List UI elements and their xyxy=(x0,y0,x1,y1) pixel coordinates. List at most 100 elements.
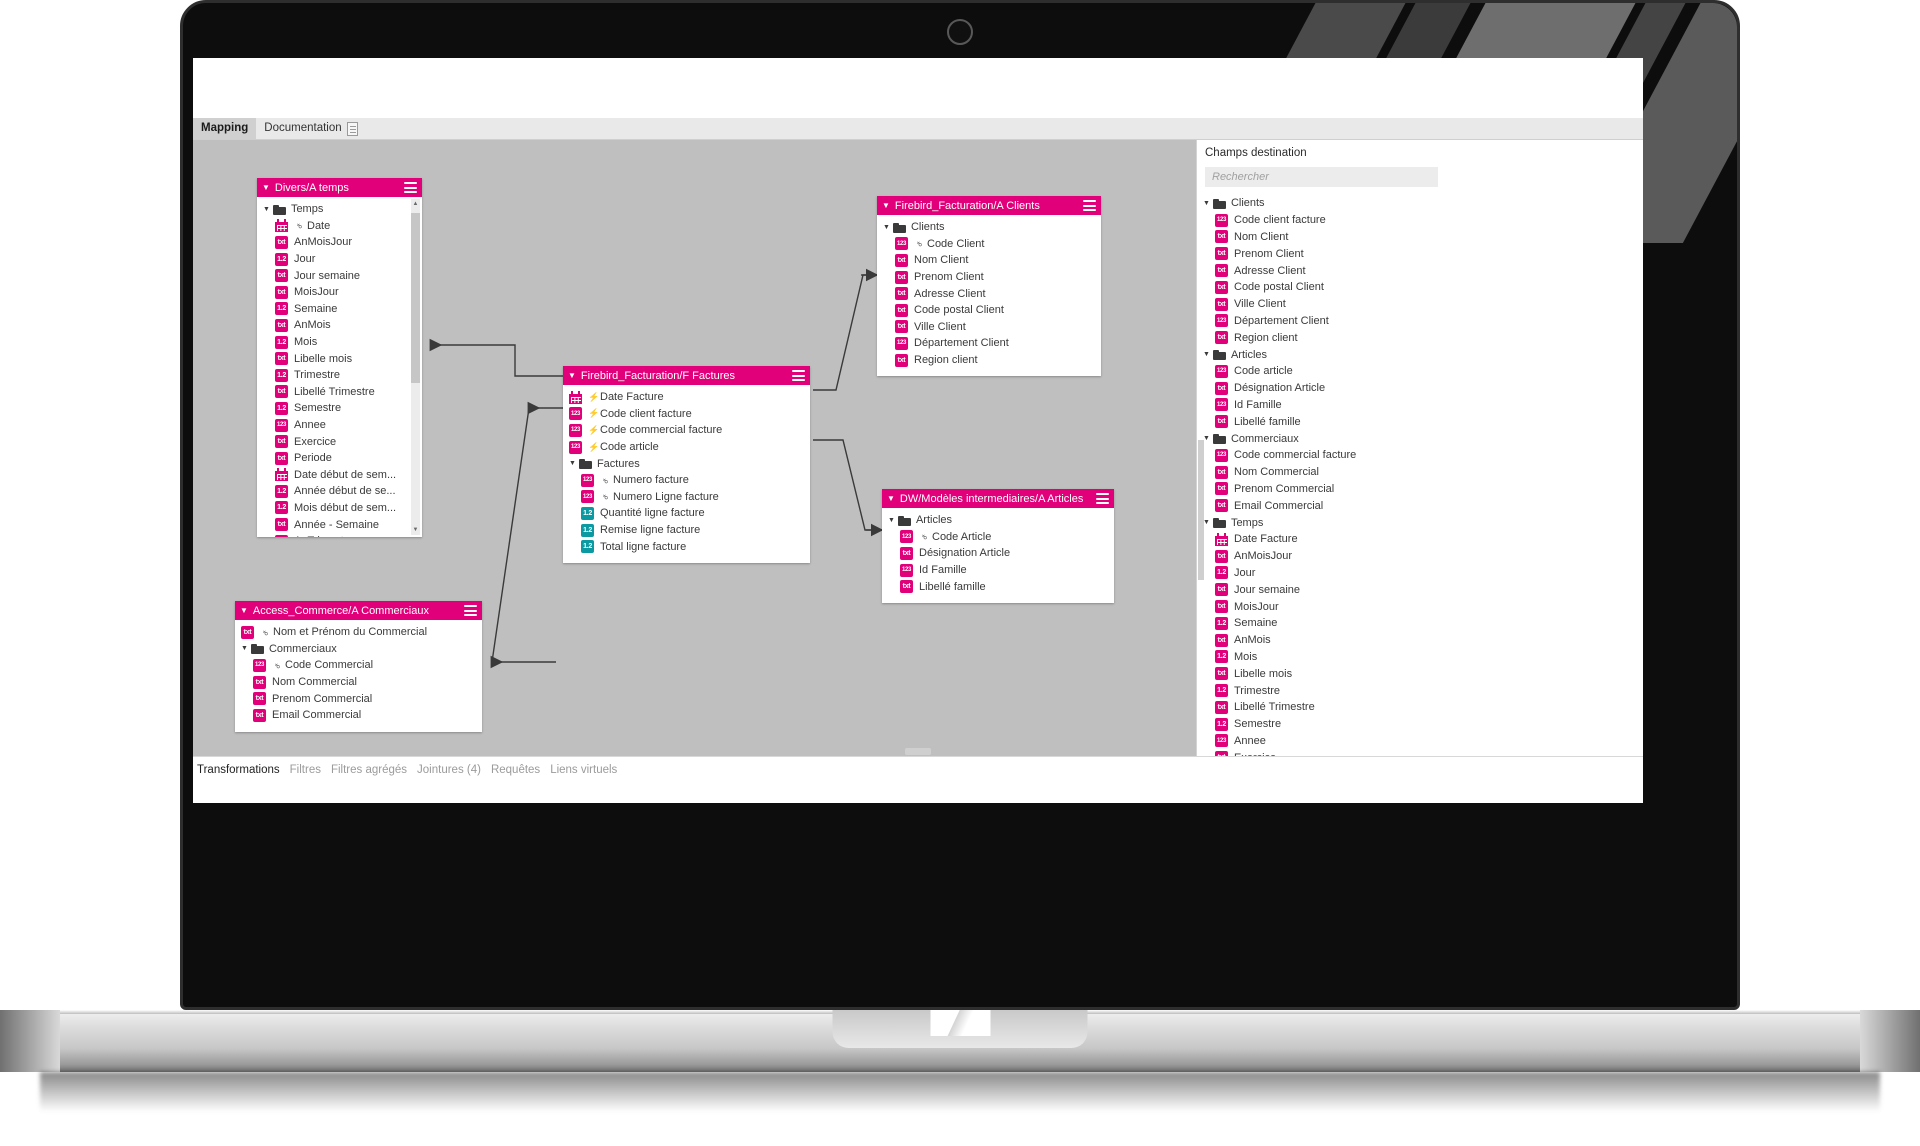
tree-field-row[interactable]: 123 Id Famille xyxy=(882,562,1114,579)
tree-field-row[interactable]: txt MoisJour xyxy=(257,284,422,301)
chevron-down-icon[interactable]: ▼ xyxy=(1203,200,1210,207)
tree-field-row[interactable]: txt Jour semaine xyxy=(1197,581,1446,598)
tree-field-row[interactable]: 1.2 Trimestre xyxy=(257,367,422,384)
tree-field-row[interactable]: txt Exercice xyxy=(257,433,422,450)
tree-field-row[interactable]: 1.2 Jour xyxy=(1197,565,1446,582)
tree-folder-row[interactable]: ▼ Clients xyxy=(877,219,1101,236)
chevron-down-icon[interactable]: ▼ xyxy=(887,494,895,503)
tree-field-row[interactable]: txt Nom Client xyxy=(1197,229,1446,246)
tree-field-row[interactable]: ⚡ Date Facture xyxy=(563,389,810,406)
mapping-canvas[interactable]: ▼ Divers/A temps ▼ Temps ♀ Date txt AnMoisJour 1… xyxy=(193,140,1196,756)
tree-field-row[interactable]: 123 ♀ Numero Ligne facture xyxy=(563,489,810,506)
tree-field-row[interactable]: 1.2 Mois début de sem... xyxy=(257,500,422,517)
tree-field-row[interactable]: txt Libellé famille xyxy=(1197,413,1446,430)
tree-field-row[interactable]: txt Prenom Client xyxy=(877,269,1101,286)
tree-field-row[interactable]: 1.2 Semaine xyxy=(257,301,422,318)
tree-field-row[interactable]: txt Region client xyxy=(877,352,1101,369)
node-header[interactable]: ▼ DW/Modèles intermediaires/A Articles xyxy=(882,489,1114,508)
tree-folder-row[interactable]: ▼ Commerciaux xyxy=(1197,430,1446,447)
tree-folder-row[interactable]: ▼ Clients xyxy=(1197,195,1446,212)
bottom-tab-requ-tes[interactable]: Requêtes xyxy=(491,764,540,776)
tree-field-row[interactable]: txt Ville Client xyxy=(877,319,1101,336)
diagram-node-divers-a-temps[interactable]: ▼ Divers/A temps ▼ Temps ♀ Date txt AnMoisJour 1… xyxy=(257,178,422,537)
tree-field-row[interactable]: 1.2 Total ligne facture xyxy=(563,538,810,555)
tree-folder-row[interactable]: ▼ Temps xyxy=(1197,514,1446,531)
node-menu-icon[interactable] xyxy=(464,605,477,616)
tree-field-row[interactable]: txt Nom Client xyxy=(877,252,1101,269)
tree-field-row[interactable]: 1.2 Trimestre xyxy=(1197,682,1446,699)
tab-mapping[interactable]: Mapping xyxy=(193,118,257,139)
scroll-thumb[interactable] xyxy=(411,213,420,383)
tree-field-row[interactable]: 1.2 Année début de se... xyxy=(257,483,422,500)
chevron-down-icon[interactable]: ▼ xyxy=(262,183,270,192)
tree-field-row[interactable]: 123 ♀ Code Commercial xyxy=(235,657,482,674)
tree-field-row[interactable]: Date début de sem... xyxy=(257,467,422,484)
destination-scrollbar[interactable] xyxy=(1198,440,1204,580)
tree-field-row[interactable]: 1.2 Semestre xyxy=(1197,716,1446,733)
tree-field-row[interactable]: txt MoisJour xyxy=(1197,598,1446,615)
splitter-grip[interactable] xyxy=(905,748,931,755)
node-header[interactable]: ▼ Access_Commerce/A Commerciaux xyxy=(235,601,482,620)
tree-field-row[interactable]: 123 Id Famille xyxy=(1197,397,1446,414)
bottom-tab-filtres-agr-g-s[interactable]: Filtres agrégés xyxy=(331,764,407,776)
tree-field-row[interactable]: txt Libelle mois xyxy=(257,350,422,367)
tab-documentation[interactable]: Documentation xyxy=(256,118,365,139)
tree-field-row[interactable]: txt Region client xyxy=(1197,329,1446,346)
chevron-down-icon[interactable]: ▼ xyxy=(263,206,270,213)
tree-field-row[interactable]: 123 ⚡ Code client facture xyxy=(563,406,810,423)
chevron-down-icon[interactable]: ▼ xyxy=(568,371,576,380)
tree-field-row[interactable]: 123 Code client facture xyxy=(1197,212,1446,229)
tree-field-row[interactable]: 123 ⚡ Code commercial facture xyxy=(563,422,810,439)
tree-field-row[interactable]: 123 ⚡ Code article xyxy=(563,439,810,456)
tree-field-row[interactable]: txt Periode xyxy=(257,450,422,467)
destination-tree[interactable]: ▼ Clients 123 Code client facture txt Nom Cli… xyxy=(1197,193,1446,756)
tree-field-row[interactable]: txt Prenom Commercial xyxy=(235,690,482,707)
tree-field-row[interactable]: txt Libellé famille xyxy=(882,578,1114,595)
tree-field-row[interactable]: 123 ♀ Numero facture xyxy=(563,472,810,489)
tree-field-row[interactable]: txt Désignation Article xyxy=(882,545,1114,562)
tree-field-row[interactable]: txt Nom Commercial xyxy=(1197,464,1446,481)
diagram-node-firebird-f-factures[interactable]: ▼ Firebird_Facturation/F Factures ⚡ Date Fa… xyxy=(563,366,810,563)
tree-field-row[interactable]: 123 ♀ Code Article xyxy=(882,529,1114,546)
diagram-node-dw-a-articles[interactable]: ▼ DW/Modèles intermediaires/A Articles ▼ Ar… xyxy=(882,489,1114,603)
tree-field-row[interactable]: txt Libellé Trimestre xyxy=(1197,699,1446,716)
tree-field-row[interactable]: txt AnMoisJour xyxy=(257,234,422,251)
node-menu-icon[interactable] xyxy=(404,182,417,193)
tree-field-row[interactable]: 1.2 Mois xyxy=(257,334,422,351)
tree-field-row[interactable]: 123 Annee xyxy=(1197,733,1446,750)
tree-field-row[interactable]: 123 Département Client xyxy=(1197,313,1446,330)
tree-folder-row[interactable]: ▼ Articles xyxy=(1197,346,1446,363)
tree-field-row[interactable]: txt Code postal Client xyxy=(1197,279,1446,296)
tree-folder-row[interactable]: ▼ Commerciaux xyxy=(235,641,482,658)
chevron-down-icon[interactable]: ▼ xyxy=(882,201,890,210)
search-input[interactable]: Rechercher xyxy=(1205,167,1438,187)
tree-field-row[interactable]: txt AnMoisJour xyxy=(1197,548,1446,565)
tree-field-row[interactable]: txt Année - Semaine xyxy=(257,516,422,533)
tree-field-row[interactable]: 1.2 Mois xyxy=(1197,649,1446,666)
tree-field-row[interactable]: 1.2 Semaine xyxy=(1197,615,1446,632)
tree-field-row[interactable]: 1.2 AnTrimestre xyxy=(257,533,422,537)
tree-field-row[interactable]: txt Ville Client xyxy=(1197,296,1446,313)
chevron-down-icon[interactable]: ▼ xyxy=(888,517,895,524)
scroll-down-icon[interactable]: ▼ xyxy=(411,525,420,535)
scroll-up-icon[interactable]: ▲ xyxy=(411,199,420,209)
tree-field-row[interactable]: 1.2 Semestre xyxy=(257,400,422,417)
tree-field-row[interactable]: 123 Code commercial facture xyxy=(1197,447,1446,464)
chevron-down-icon[interactable]: ▼ xyxy=(240,606,248,615)
bottom-tab-filtres[interactable]: Filtres xyxy=(290,764,321,776)
tree-field-row[interactable]: txt Adresse Client xyxy=(1197,262,1446,279)
tree-field-row[interactable]: 1.2 Jour xyxy=(257,251,422,268)
tree-field-row[interactable]: Date Facture xyxy=(1197,531,1446,548)
tree-field-row[interactable]: txt Libellé Trimestre xyxy=(257,384,422,401)
tree-field-row[interactable]: txt Email Commercial xyxy=(1197,497,1446,514)
tree-field-row[interactable]: txt Code postal Client xyxy=(877,302,1101,319)
tree-field-row[interactable]: ♀ Date xyxy=(257,218,422,235)
bottom-tab-transformations[interactable]: Transformations xyxy=(197,764,280,776)
node-header[interactable]: ▼ Firebird_Facturation/A Clients xyxy=(877,196,1101,215)
tree-folder-row[interactable]: ▼ Temps xyxy=(257,201,422,218)
chevron-down-icon[interactable]: ▼ xyxy=(1203,351,1210,358)
tree-field-row[interactable]: 123 Annee xyxy=(257,417,422,434)
diagram-node-access-commerce[interactable]: ▼ Access_Commerce/A Commerciaux txt ♀ Nom et… xyxy=(235,601,482,732)
node-scrollbar[interactable]: ▲ ▼ xyxy=(411,199,420,535)
tree-field-row[interactable]: txt Adresse Client xyxy=(877,285,1101,302)
